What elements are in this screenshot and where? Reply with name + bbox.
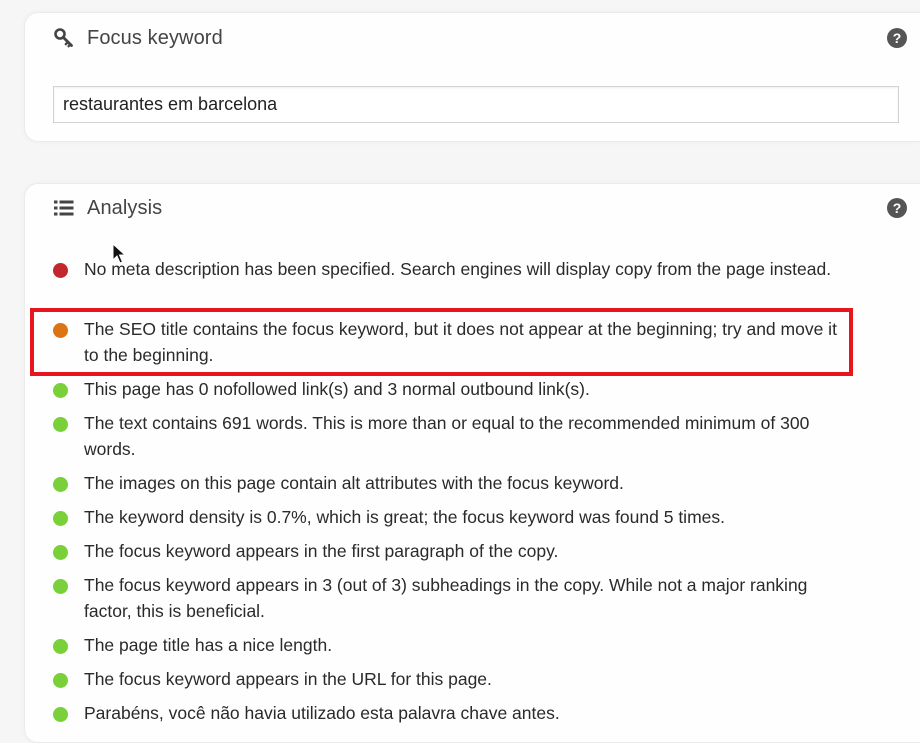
analysis-panel: Analysis ? No meta description has been …	[24, 183, 920, 743]
focus-keyword-header: Focus keyword ?	[53, 24, 920, 52]
list-item: The focus keyword appears in 3 (out of 3…	[53, 575, 843, 624]
list-item: The text contains 691 words. This is mor…	[53, 413, 843, 462]
result-text: The keyword density is 0.7%, which is gr…	[84, 507, 725, 527]
list-item: The focus keyword appears in the first p…	[53, 541, 843, 564]
status-bad-icon	[53, 263, 68, 278]
list-item: Parabéns, você não havia utilizado esta …	[53, 703, 843, 726]
list-item: The SEO title contains the focus keyword…	[53, 319, 843, 368]
list-item: The images on this page contain alt attr…	[53, 473, 843, 496]
status-good-icon	[53, 383, 68, 398]
status-good-icon	[53, 477, 68, 492]
status-good-icon	[53, 673, 68, 688]
result-text: The SEO title contains the focus keyword…	[84, 319, 837, 365]
list-item: This page has 0 nofollowed link(s) and 3…	[53, 379, 843, 402]
focus-keyword-input[interactable]	[53, 86, 899, 123]
focus-keyword-panel: Focus keyword ?	[24, 12, 920, 142]
result-text: The focus keyword appears in the URL for…	[84, 669, 492, 689]
status-good-icon	[53, 417, 68, 432]
list-item: The keyword density is 0.7%, which is gr…	[53, 507, 843, 530]
result-text: Parabéns, você não havia utilizado esta …	[84, 703, 560, 723]
result-text: The text contains 691 words. This is mor…	[84, 413, 810, 459]
result-text: The focus keyword appears in 3 (out of 3…	[84, 575, 808, 621]
list-item: The page title has a nice length.	[53, 635, 843, 658]
mouse-cursor-icon	[112, 243, 126, 264]
result-text: No meta description has been specified. …	[84, 259, 832, 279]
status-good-icon	[53, 511, 68, 526]
status-good-icon	[53, 707, 68, 722]
status-ok-icon	[53, 323, 68, 338]
list-item: The focus keyword appears in the URL for…	[53, 669, 843, 692]
list-item: No meta description has been specified. …	[53, 259, 843, 282]
result-text: This page has 0 nofollowed link(s) and 3…	[84, 379, 590, 399]
status-good-icon	[53, 579, 68, 594]
result-text: The images on this page contain alt attr…	[84, 473, 624, 493]
result-text: The page title has a nice length.	[84, 635, 333, 655]
analysis-results-list: No meta description has been specified. …	[25, 184, 920, 742]
result-text: The focus keyword appears in the first p…	[84, 541, 559, 561]
question-icon[interactable]: ?	[887, 28, 907, 48]
focus-keyword-title: Focus keyword	[87, 26, 223, 49]
status-good-icon	[53, 639, 68, 654]
status-good-icon	[53, 545, 68, 560]
key-icon	[53, 27, 75, 49]
